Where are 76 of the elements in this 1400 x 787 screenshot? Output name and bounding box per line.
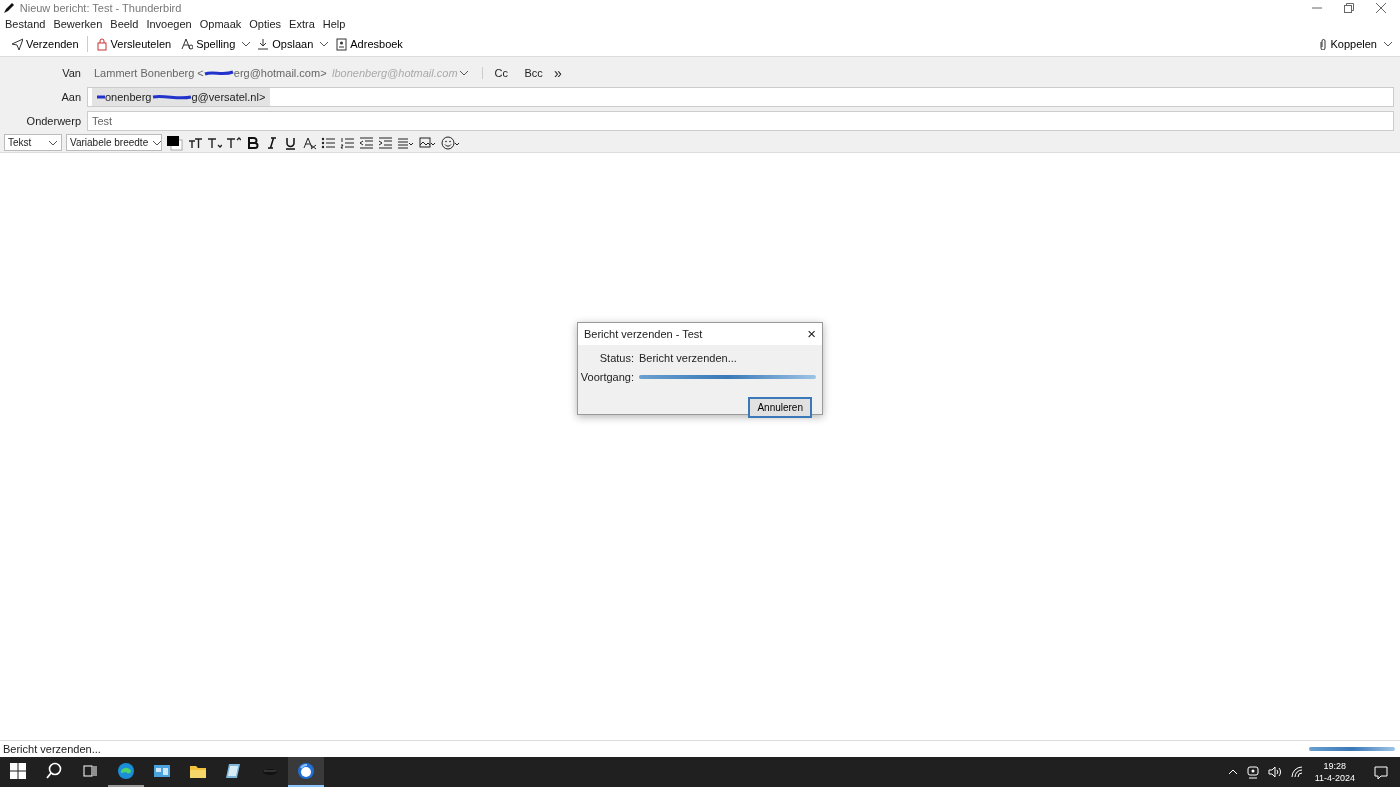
close-button[interactable]: × — [807, 322, 816, 346]
cancel-button[interactable]: Annuleren — [748, 397, 812, 418]
send-icon — [11, 37, 23, 51]
text-smaller-icon[interactable] — [188, 135, 203, 150]
close-icon[interactable] — [1376, 3, 1386, 13]
status-text: Bericht verzenden... — [3, 741, 101, 757]
subscript-icon[interactable] — [207, 135, 222, 150]
menu-item[interactable]: Bewerken — [53, 15, 103, 33]
recipient-field[interactable]: onenberg g@versatel.nl> — [87, 87, 1394, 107]
toolbar-button[interactable]: Spelling — [176, 33, 241, 55]
field-label: Van — [61, 65, 82, 81]
window-icon[interactable] — [153, 762, 171, 780]
webcam-icon[interactable] — [1246, 765, 1259, 779]
field-label: Onderwerp — [25, 113, 82, 129]
toolbar-button[interactable]: Versleutelen — [90, 33, 177, 55]
clear-format-icon[interactable] — [302, 135, 317, 150]
field-label: Status: — [598, 351, 634, 366]
field-label: Voortgang: — [579, 369, 634, 385]
from-address: erg@hotmail.com> — [233, 65, 327, 81]
subject-text: Test — [92, 113, 113, 129]
attach-button[interactable]: Koppelen — [1312, 33, 1382, 55]
bullet-list-icon[interactable] — [321, 135, 336, 150]
notepad-icon[interactable] — [225, 762, 243, 780]
cc-button[interactable]: Cc — [494, 64, 509, 82]
task-view-icon[interactable] — [81, 762, 99, 780]
menu-item[interactable]: Bestand — [5, 15, 46, 33]
menu-item[interactable]: Opmaak — [199, 15, 242, 33]
mail-app-icon[interactable] — [297, 762, 315, 780]
menu-item[interactable]: Opties — [249, 15, 282, 33]
menu-item[interactable]: Help — [322, 15, 346, 33]
identity-text: lbonenberg@hotmail.com — [332, 65, 458, 81]
underline-icon[interactable] — [283, 135, 298, 150]
bcc-button[interactable]: Bcc — [524, 64, 543, 82]
lock-icon — [95, 37, 108, 51]
redaction-mark — [97, 93, 105, 101]
paperclip-icon — [1317, 38, 1328, 50]
window-title: Nieuw bericht: Test - Thunderbird — [19, 0, 182, 16]
status-text: Bericht verzenden... — [639, 351, 738, 366]
from-address: Lammert Bonenberg < — [94, 65, 204, 81]
indent-icon[interactable] — [378, 135, 393, 150]
redaction-mark — [203, 69, 234, 77]
toolbar-button[interactable]: Adresboek — [330, 33, 408, 55]
windows-icon[interactable] — [9, 762, 27, 780]
menu-item[interactable]: Beeld — [110, 15, 139, 33]
speaker-icon[interactable] — [1267, 766, 1282, 778]
more-button[interactable]: » — [553, 66, 562, 80]
wifi-icon[interactable] — [1290, 766, 1303, 778]
subject-field[interactable]: Test — [87, 111, 1394, 131]
menu-item[interactable]: Invoegen — [146, 15, 192, 33]
outdent-icon[interactable] — [359, 135, 374, 150]
chevron-up-icon[interactable] — [1227, 767, 1238, 777]
browser-icon[interactable] — [117, 762, 135, 780]
image-icon[interactable] — [419, 135, 437, 150]
recipient-chip[interactable]: onenberg g@versatel.nl> — [92, 87, 271, 107]
format-dropdown[interactable]: Variabele breedte — [66, 134, 162, 151]
notification-icon[interactable] — [1374, 765, 1388, 780]
superscript-icon[interactable] — [226, 135, 241, 150]
redaction-mark — [151, 93, 192, 101]
emoji-icon[interactable] — [441, 135, 459, 150]
menu-item[interactable]: Extra — [289, 15, 315, 33]
recipient-text: onenberg — [105, 89, 152, 105]
bold-icon[interactable] — [245, 135, 260, 150]
restore-icon[interactable] — [1344, 3, 1354, 13]
clock[interactable]: 19:28 11-4-2024 — [1314, 760, 1355, 784]
field-label: Aan — [60, 89, 82, 105]
pencil-icon — [3, 2, 17, 14]
dialog-title: Bericht verzenden - Test — [584, 326, 703, 342]
spelling-icon — [181, 37, 194, 51]
recipient-text: g@versatel.nl> — [191, 89, 266, 105]
toolbar-button[interactable]: Verzenden — [6, 33, 84, 55]
address-book-icon — [335, 37, 348, 51]
search-icon[interactable] — [45, 762, 63, 780]
format-dropdown[interactable]: Tekst — [4, 134, 62, 151]
color-picker-icon[interactable] — [166, 134, 184, 151]
download-icon — [257, 37, 270, 51]
toolbar-button[interactable]: Opslaan — [252, 33, 319, 55]
